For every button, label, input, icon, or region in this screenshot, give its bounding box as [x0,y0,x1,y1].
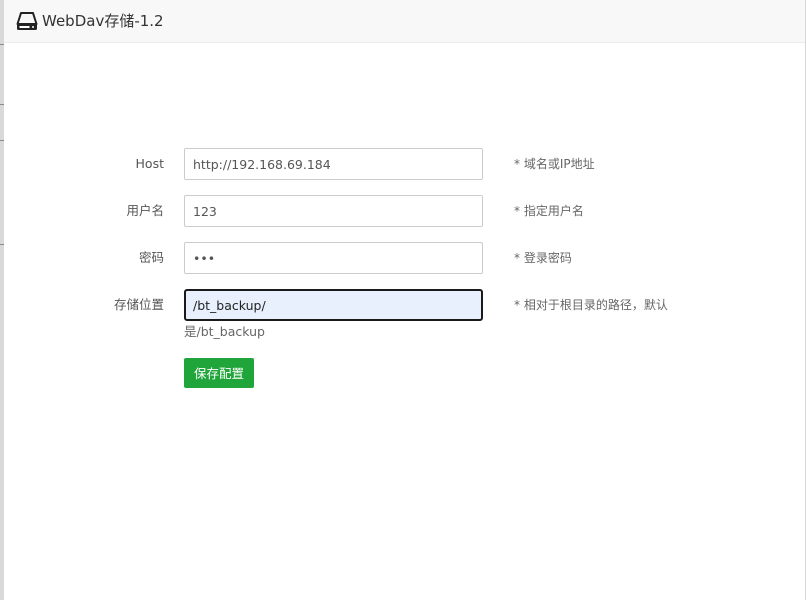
password-label: 密码 [138,250,164,265]
webdav-settings-dialog: WebDav存储-1.2 Host * 域名或IP地址 用户名 * 指定用户名 … [4,0,805,600]
dialog-title: WebDav存储-1.2 [42,12,164,30]
storage-path-input[interactable] [184,289,483,321]
host-input[interactable] [184,148,483,180]
hard-drive-icon [16,11,38,31]
username-hint: * 指定用户名 [514,204,584,218]
storage-path-hint: * 相对于根目录的路径，默认 [514,298,668,312]
username-label: 用户名 [126,203,164,218]
password-hint: * 登录密码 [514,251,572,265]
storage-path-hint-continued: 是/bt_backup [184,324,265,339]
host-hint: * 域名或IP地址 [514,157,595,171]
host-label: Host [135,156,164,171]
save-config-button[interactable]: 保存配置 [184,358,254,388]
username-input[interactable] [184,195,483,227]
storage-path-label: 存储位置 [113,297,164,312]
dialog-titlebar: WebDav存储-1.2 [4,0,805,43]
password-input[interactable] [184,242,483,274]
